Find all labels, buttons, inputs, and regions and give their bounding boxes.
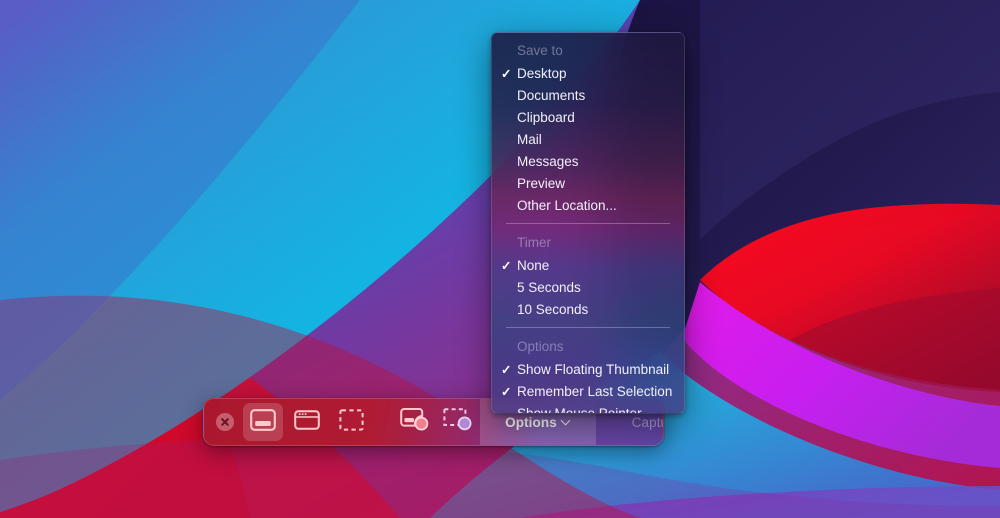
menu-section-header-timer: Timer [517, 235, 551, 250]
selection-record-icon [443, 408, 473, 436]
capture-selected-window-button[interactable] [287, 403, 327, 441]
menu-item-preview[interactable]: Preview [492, 173, 684, 195]
screen-icon [250, 408, 276, 436]
checkmark-icon: ✓ [501, 385, 512, 399]
menu-item-label: Show Mouse Pointer [517, 406, 642, 414]
menu-item-show-mouse-pointer[interactable]: Show Mouse Pointer [492, 403, 684, 414]
capture-button-label: Capture [631, 414, 663, 430]
chevron-down-icon [562, 417, 571, 426]
menu-item-label: Messages [517, 154, 579, 169]
menu-item-clipboard[interactable]: Clipboard [492, 107, 684, 129]
menu-item-desktop[interactable]: ✓ Desktop [492, 63, 684, 85]
capture-selected-portion-button[interactable] [331, 403, 371, 441]
options-button-label: Options [505, 414, 557, 430]
menu-item-label: 5 Seconds [517, 280, 581, 295]
record-entire-screen-button[interactable] [394, 403, 434, 441]
menu-section-header-save-to: Save to [517, 43, 563, 58]
menu-item-timer-5-seconds[interactable]: 5 Seconds [492, 277, 684, 299]
close-icon[interactable] [216, 413, 234, 431]
menu-section-header-options: Options [517, 339, 564, 354]
menu-item-label: Remember Last Selection [517, 384, 673, 399]
screen-record-icon [399, 408, 429, 436]
checkmark-icon: ✓ [501, 363, 512, 377]
menu-item-label: Preview [517, 176, 566, 191]
checkmark-icon: ✓ [501, 259, 512, 273]
window-icon [294, 409, 320, 436]
toolbar-capture-group [204, 399, 480, 445]
menu-item-label: Mail [517, 132, 542, 147]
menu-divider [506, 223, 670, 224]
menu-item-documents[interactable]: Documents [492, 85, 684, 107]
menu-item-label: Other Location... [517, 198, 617, 213]
options-menu: Save to ✓ Desktop Documents Clipboard Ma… [491, 32, 685, 414]
menu-item-other-location[interactable]: Other Location... [492, 195, 684, 217]
menu-item-label: Clipboard [517, 110, 575, 125]
menu-divider [506, 327, 670, 328]
menu-item-label: None [517, 258, 550, 273]
menu-item-timer-10-seconds[interactable]: 10 Seconds [492, 299, 684, 321]
menu-item-label: 10 Seconds [517, 302, 589, 317]
menu-item-messages[interactable]: Messages [492, 151, 684, 173]
menu-item-mail[interactable]: Mail [492, 129, 684, 151]
menu-item-remember-last-selection[interactable]: ✓ Remember Last Selection [492, 381, 684, 403]
menu-item-show-floating-thumbnail[interactable]: ✓ Show Floating Thumbnail [492, 359, 684, 381]
capture-entire-screen-button[interactable] [243, 403, 283, 441]
menu-item-label: Show Floating Thumbnail [517, 362, 670, 377]
menu-item-label: Documents [517, 88, 586, 103]
checkmark-icon: ✓ [501, 67, 512, 81]
desktop-screen: Options Capture Save to ✓ Desktop Docume… [0, 0, 1000, 518]
record-selected-portion-button[interactable] [438, 403, 478, 441]
selection-icon [338, 408, 364, 436]
menu-item-label: Desktop [517, 66, 567, 81]
menu-item-timer-none[interactable]: ✓ None [492, 255, 684, 277]
